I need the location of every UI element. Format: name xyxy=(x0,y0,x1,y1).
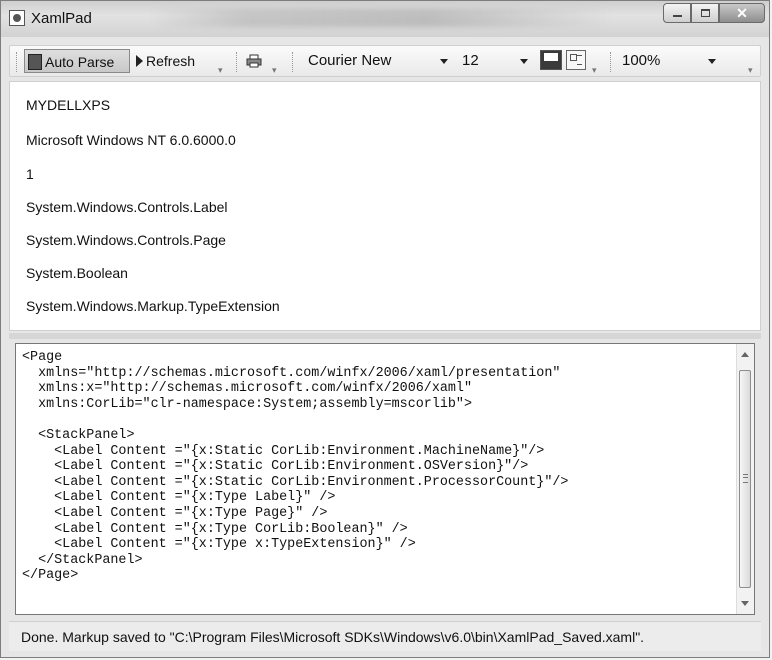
font-size-value: 12 xyxy=(462,52,479,69)
play-icon xyxy=(136,55,143,67)
toolbar-overflow-icon[interactable]: ▾ xyxy=(748,66,756,75)
output-label: 1 xyxy=(26,166,34,182)
app-icon[interactable] xyxy=(9,10,25,26)
toolbar-overflow-icon[interactable]: ▾ xyxy=(218,66,226,75)
output-label: Microsoft Windows NT 6.0.6000.0 xyxy=(26,132,236,148)
auto-parse-label: Auto Parse xyxy=(45,54,115,70)
xaml-editor[interactable]: <Page xmlns="http://schemas.microsoft.co… xyxy=(15,343,755,615)
scroll-up-icon[interactable] xyxy=(741,352,749,357)
auto-parse-icon xyxy=(28,54,42,70)
chevron-down-icon[interactable] xyxy=(520,59,528,64)
xaml-code[interactable]: <Page xmlns="http://schemas.microsoft.co… xyxy=(22,350,568,584)
status-text: Done. Markup saved to "C:\Program Files\… xyxy=(21,629,645,645)
toolbar-overflow-icon[interactable]: ▾ xyxy=(592,66,600,75)
output-panel: MYDELLXPS Microsoft Windows NT 6.0.6000.… xyxy=(9,81,761,331)
minimize-button[interactable] xyxy=(663,3,691,23)
font-family-select[interactable]: Courier New xyxy=(308,49,456,73)
chevron-down-icon[interactable] xyxy=(440,59,448,64)
maximize-icon xyxy=(701,9,710,17)
refresh-button[interactable]: Refresh xyxy=(134,49,214,73)
layout-button[interactable] xyxy=(566,50,586,70)
status-bar: Done. Markup saved to "C:\Program Files\… xyxy=(9,621,761,651)
close-icon: ✕ xyxy=(736,5,748,21)
toolbar-overflow-icon[interactable]: ▾ xyxy=(272,66,280,75)
output-label: MYDELLXPS xyxy=(26,97,111,113)
maximize-button[interactable] xyxy=(691,3,719,23)
color-button[interactable] xyxy=(540,50,562,70)
scrollbar-thumb[interactable] xyxy=(739,370,751,588)
toolbar-grip[interactable] xyxy=(292,52,296,72)
window-title: XamlPad xyxy=(31,10,92,27)
scroll-down-icon[interactable] xyxy=(741,601,749,606)
output-label: System.Windows.Markup.TypeExtension xyxy=(26,298,280,314)
toolbar-grip[interactable] xyxy=(610,52,614,72)
toolbar: Auto Parse Refresh ▾ ▾ Courier New 12 ▾ … xyxy=(9,45,761,77)
title-bar-blur xyxy=(151,9,611,27)
font-family-value: Courier New xyxy=(308,52,392,69)
font-size-select[interactable]: 12 xyxy=(462,49,532,73)
toolbar-grip[interactable] xyxy=(236,52,240,72)
output-label: System.Windows.Controls.Page xyxy=(26,232,226,248)
zoom-value: 100% xyxy=(622,52,661,69)
auto-parse-button[interactable]: Auto Parse xyxy=(24,49,130,73)
refresh-label: Refresh xyxy=(146,53,196,69)
vertical-scrollbar[interactable] xyxy=(736,344,754,614)
minimize-icon xyxy=(673,15,682,17)
zoom-select[interactable]: 100% xyxy=(622,49,722,73)
print-icon[interactable] xyxy=(246,54,262,68)
close-button[interactable]: ✕ xyxy=(719,3,765,23)
window-controls: ✕ xyxy=(663,3,765,25)
splitter[interactable] xyxy=(9,333,761,339)
toolbar-grip[interactable] xyxy=(16,52,20,72)
chevron-down-icon[interactable] xyxy=(708,59,716,64)
output-label: System.Windows.Controls.Label xyxy=(26,199,228,215)
output-label: System.Boolean xyxy=(26,265,128,281)
xamlpad-window: XamlPad ✕ Auto Parse Refresh ▾ ▾ Courier… xyxy=(0,0,770,658)
title-bar[interactable]: XamlPad ✕ xyxy=(1,1,769,37)
